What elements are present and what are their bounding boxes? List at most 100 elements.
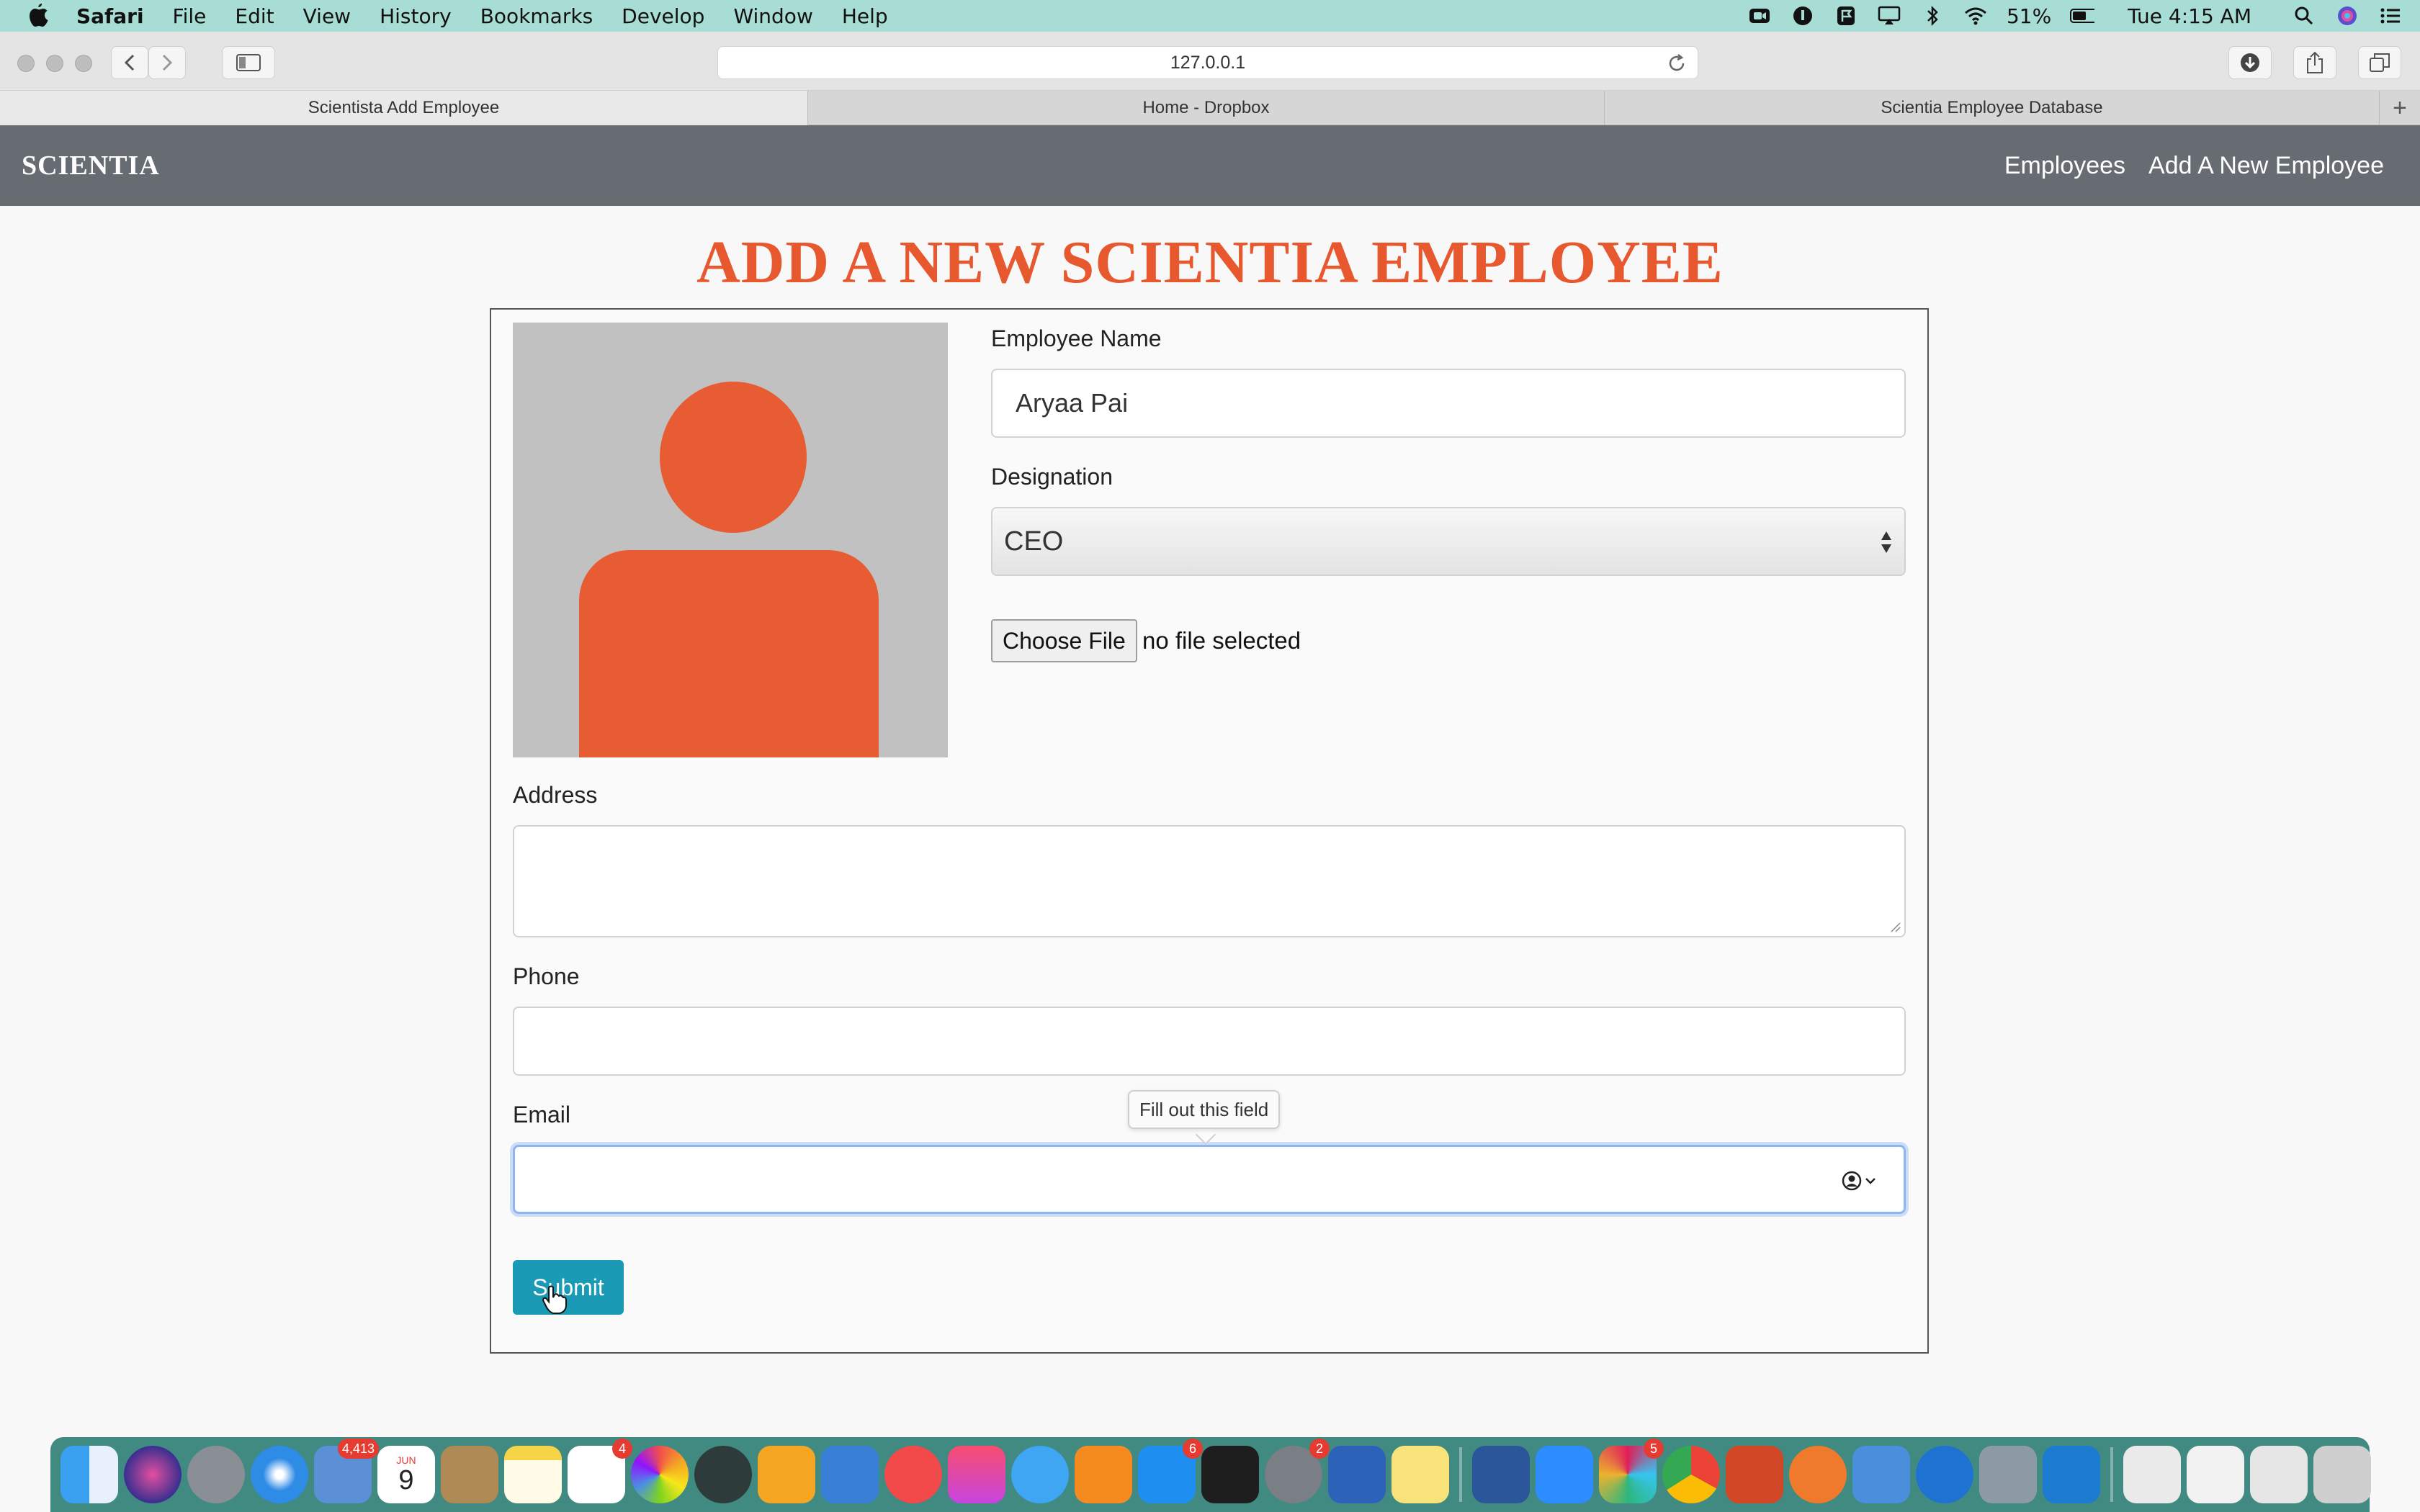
email-label: Email <box>513 1102 571 1128</box>
tabs-overview-icon <box>2370 53 2390 72</box>
wifi-icon[interactable] <box>1963 5 1988 27</box>
reminders-badge: 4 <box>612 1439 632 1459</box>
downloads-button[interactable] <box>2228 46 2272 79</box>
mail-badge: 4,413 <box>337 1439 379 1459</box>
new-tab-button[interactable]: + <box>2380 91 2420 125</box>
designation-select[interactable]: CEO <box>991 507 1906 576</box>
siri-dock-icon[interactable] <box>124 1446 182 1503</box>
minimized-window-2[interactable] <box>2187 1446 2244 1503</box>
stickies-icon[interactable] <box>1392 1446 1449 1503</box>
music-icon[interactable] <box>948 1446 1005 1503</box>
menu-develop[interactable]: Develop <box>622 4 704 28</box>
powerpoint-icon[interactable] <box>1726 1446 1783 1503</box>
zoom-app-icon[interactable] <box>1536 1446 1593 1503</box>
share-icon <box>2307 51 2323 73</box>
word-icon[interactable] <box>1472 1446 1530 1503</box>
address-textarea[interactable] <box>513 825 1906 937</box>
menu-bookmarks[interactable]: Bookmarks <box>480 4 593 28</box>
address-bar[interactable]: 127.0.0.1 <box>717 46 1698 79</box>
slack-icon[interactable]: 5 <box>1599 1439 1664 1503</box>
chevron-left-icon <box>124 54 135 71</box>
hand-cursor-icon <box>542 1285 567 1314</box>
app-store-icon[interactable]: 6 <box>1138 1439 1203 1503</box>
forward-button[interactable] <box>148 46 186 79</box>
avatar-head-shape <box>660 382 807 533</box>
photos-icon[interactable] <box>631 1446 689 1503</box>
back-button[interactable] <box>111 46 148 79</box>
nav-employees[interactable]: Employees <box>2004 152 2125 180</box>
submit-button[interactable]: Submit <box>513 1260 624 1315</box>
nav-add-employee[interactable]: Add A New Employee <box>2148 152 2384 180</box>
sidebar-toggle-button[interactable] <box>222 46 275 79</box>
flag-status-icon[interactable] <box>1834 5 1858 27</box>
close-window-button[interactable] <box>17 55 35 72</box>
chrome-icon[interactable] <box>1662 1446 1720 1503</box>
tab-add-employee[interactable]: Scientista Add Employee <box>0 91 808 125</box>
spotlight-search-icon[interactable] <box>2292 5 2316 27</box>
safari-dock-icon[interactable] <box>251 1446 308 1503</box>
resize-grip-icon[interactable] <box>1888 920 1901 933</box>
share-button[interactable] <box>2293 46 2336 79</box>
dock: 4,413 JUN 9 4 6 2 5 <box>50 1437 2371 1512</box>
tab-overview-button[interactable] <box>2358 46 2401 79</box>
airplay-icon[interactable] <box>1877 5 1901 27</box>
menubar: Safari File Edit View History Bookmarks … <box>0 0 2420 32</box>
zoom-status-icon[interactable] <box>1747 5 1772 27</box>
minimized-window-1[interactable] <box>2123 1446 2181 1503</box>
choose-file-button[interactable]: Choose File <box>991 619 1137 662</box>
trash-icon[interactable] <box>2313 1446 2371 1503</box>
menu-app-name[interactable]: Safari <box>76 4 144 28</box>
virtualbox-icon[interactable] <box>1328 1446 1386 1503</box>
email-input[interactable] <box>513 1145 1906 1214</box>
zoom-window-button[interactable] <box>75 55 92 72</box>
minimized-window-3[interactable] <box>2250 1446 2308 1503</box>
menu-help[interactable]: Help <box>842 4 888 28</box>
internet-explorer-icon[interactable] <box>1916 1446 1973 1503</box>
menu-edit[interactable]: Edit <box>235 4 274 28</box>
bluetooth-icon[interactable] <box>1920 5 1945 27</box>
reminders-icon[interactable]: 4 <box>568 1439 632 1503</box>
apple-icon[interactable] <box>24 1 53 30</box>
launchpad-icon[interactable] <box>187 1446 245 1503</box>
menu-view[interactable]: View <box>303 4 351 28</box>
news-icon[interactable] <box>884 1446 942 1503</box>
battery-icon[interactable] <box>2070 5 2095 27</box>
menu-file[interactable]: File <box>173 4 207 28</box>
xcode-icon[interactable] <box>1852 1446 1910 1503</box>
notification-center-icon[interactable] <box>2378 5 2403 27</box>
preview-icon[interactable] <box>1979 1446 2037 1503</box>
tab-dropbox[interactable]: Home - Dropbox <box>808 91 1605 125</box>
mail-icon[interactable]: 4,413 <box>314 1439 379 1503</box>
calendar-icon[interactable]: JUN 9 <box>377 1446 435 1503</box>
tab-employee-database[interactable]: Scientia Employee Database <box>1605 91 2380 125</box>
pages-icon[interactable] <box>758 1446 815 1503</box>
download-icon <box>2241 53 2259 72</box>
terminal-icon[interactable] <box>1201 1446 1259 1503</box>
books-icon[interactable] <box>1075 1446 1132 1503</box>
notes-icon[interactable] <box>504 1446 562 1503</box>
messages-icon[interactable] <box>1011 1446 1069 1503</box>
siri-icon[interactable] <box>2335 5 2360 27</box>
menu-history[interactable]: History <box>380 4 452 28</box>
menu-window[interactable]: Window <box>733 4 812 28</box>
atom-icon[interactable] <box>694 1446 752 1503</box>
employee-name-value: Aryaa Pai <box>1016 388 1129 418</box>
vscode-icon[interactable] <box>2043 1446 2100 1503</box>
pen-tool-icon[interactable] <box>1789 1446 1847 1503</box>
menubar-clock[interactable]: Tue 4:15 AM <box>2128 4 2251 28</box>
slack-badge: 5 <box>1644 1439 1664 1459</box>
keynote-icon[interactable] <box>821 1446 879 1503</box>
brand-logo[interactable]: SCIENTIA <box>22 150 160 181</box>
designation-label: Designation <box>991 464 1113 490</box>
minimize-window-button[interactable] <box>46 55 63 72</box>
reload-icon[interactable] <box>1666 53 1688 74</box>
system-preferences-icon[interactable]: 2 <box>1265 1439 1330 1503</box>
address-label: Address <box>513 782 598 808</box>
finder-icon[interactable] <box>60 1446 118 1503</box>
phone-input[interactable] <box>513 1007 1906 1076</box>
battery-percentage: 51% <box>2006 4 2052 28</box>
autofill-contact-icon[interactable] <box>1842 1170 1878 1192</box>
password-manager-icon[interactable] <box>1791 5 1815 27</box>
contacts-icon[interactable] <box>441 1446 498 1503</box>
employee-name-input[interactable]: Aryaa Pai <box>991 369 1906 438</box>
